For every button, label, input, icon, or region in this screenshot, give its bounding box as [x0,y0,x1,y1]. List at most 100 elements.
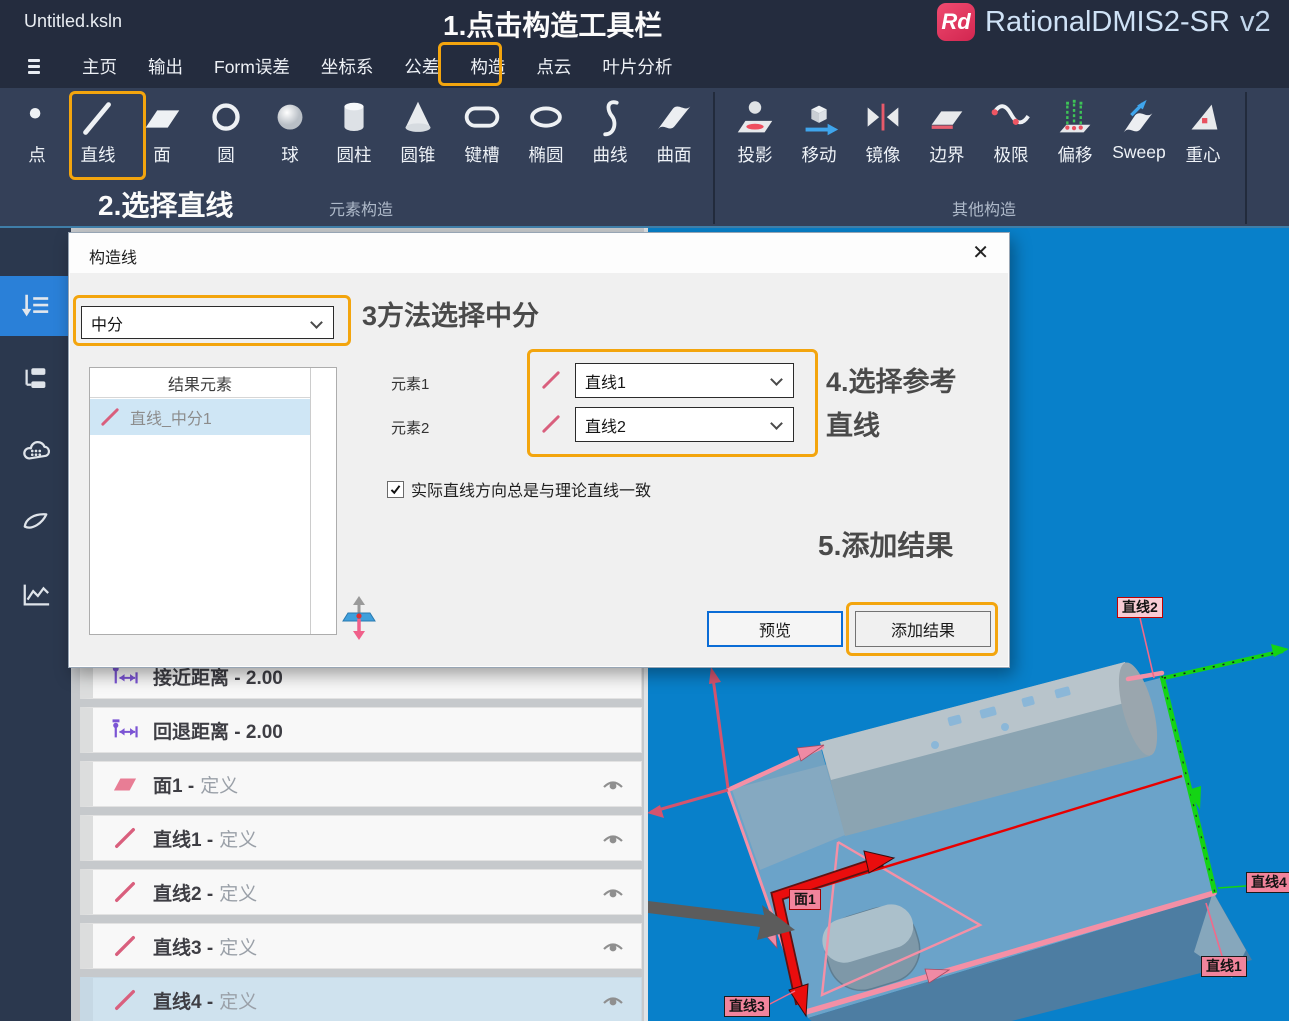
ribbon-button-投影[interactable]: 投影 [723,88,787,167]
sidebar-item-feature-tree[interactable] [0,350,71,410]
result-row[interactable]: 直线_中分1 [90,399,310,435]
ribbon-button-圆柱[interactable]: 圆柱 [322,88,386,167]
list-item-label: 回退距离 - 2.00 [153,717,283,744]
chevron-down-icon [770,373,783,386]
ribbon-button-移动[interactable]: 移动 [787,88,851,167]
ribbon-button-Sweep[interactable]: Sweep [1107,88,1171,167]
ribbon-button-边界[interactable]: 边界 [915,88,979,167]
ribbon-button-label: 曲面 [657,142,692,167]
ribbon-button-label: 镜像 [866,142,901,167]
ribbon-button-点[interactable]: 点 [8,88,66,167]
line-icon [75,97,121,141]
menu-item-Form误差[interactable]: Form误差 [214,54,290,79]
ribbon-toolbar: 点直线面圆球圆柱圆锥键槽椭圆曲线曲面元素构造投影移动镜像边界极限偏移Sweep重… [0,88,1289,228]
ribbon-button-label: 圆柱 [337,142,372,167]
surface-icon [651,97,697,141]
element2-select[interactable]: 直线2 [575,407,794,442]
menu-bar: 主页 输出 Form误差 坐标系 公差 构造 点云 叶片分析 [0,44,1289,88]
menu-item-输出[interactable]: 输出 [148,54,183,79]
line-pink-icon [111,934,139,958]
eye-icon[interactable] [601,993,625,1009]
list-item-直线2[interactable]: 直线2 -定义 [80,869,642,915]
eye-icon[interactable] [601,777,625,793]
element2-label: 元素2 [391,417,429,438]
mirror-icon [860,97,906,141]
chevron-down-icon [310,316,323,329]
menu-item-主页[interactable]: 主页 [82,54,117,79]
list-item-直线1[interactable]: 直线1 -定义 [80,815,642,861]
eye-icon[interactable] [601,939,625,955]
list-item-label: 直线2 - [153,879,213,906]
boundary-icon [924,97,970,141]
ribbon-button-label: 球 [281,142,299,167]
list-item-label: 直线4 - [153,987,213,1014]
preview-button[interactable]: 预览 [707,611,843,647]
menu-item-叶片分析[interactable]: 叶片分析 [602,54,672,79]
element1-select[interactable]: 直线1 [575,363,794,398]
direction-checkbox[interactable]: 实际直线方向总是与理论直线一致 [387,477,651,501]
ribbon-group-label: 其他构造 [723,196,1245,220]
menu-items: 主页 输出 Form误差 坐标系 公差 构造 点云 叶片分析 [82,54,672,79]
ribbon-button-label: 键槽 [465,142,500,167]
viewport-label-直线2: 直线2 [1117,597,1163,618]
ribbon-button-镜像[interactable]: 镜像 [851,88,915,167]
ribbon-button-面[interactable]: 面 [130,88,194,167]
ribbon-button-极限[interactable]: 极限 [979,88,1043,167]
ellipse-icon [523,97,569,141]
eye-icon[interactable] [601,885,625,901]
sidebar-item-point-cloud[interactable] [0,420,71,480]
method-select[interactable]: 中分 [81,306,334,339]
application-window: 直线2直线4直线1直线3面1 接近距离 - 2.00回退距离 - 2.00面1 … [0,0,1289,1021]
sidebar-item-report-chart[interactable] [0,564,71,624]
plane-icon [139,97,185,141]
ribbon-button-球[interactable]: 球 [258,88,322,167]
close-icon[interactable]: ✕ [972,242,989,264]
sidebar-item-measure-sequence[interactable] [0,276,71,336]
menu-item-坐标系[interactable]: 坐标系 [321,54,374,79]
project-icon [732,97,778,141]
viewport-label-直线4: 直线4 [1246,872,1289,893]
circle-icon [203,97,249,141]
eye-icon[interactable] [601,831,625,847]
ribbon-separator [713,92,715,224]
list-item-面1[interactable]: 面1 -定义 [80,761,642,807]
checkbox-checked-icon[interactable] [387,481,404,498]
ribbon-button-椭圆[interactable]: 椭圆 [514,88,578,167]
ribbon-button-重心[interactable]: 重心 [1171,88,1235,167]
ribbon-button-曲线[interactable]: 曲线 [578,88,642,167]
result-table: 结果元素 直线_中分1 [89,367,337,635]
flip-direction-icon[interactable] [341,595,377,641]
curve-icon [587,97,633,141]
sweep-icon [1116,97,1162,141]
column-divider [310,368,311,634]
ribbon-button-圆锥[interactable]: 圆锥 [386,88,450,167]
menu-item-点云[interactable]: 点云 [536,54,571,79]
ribbon-button-label: 移动 [802,142,837,167]
line-icon [539,413,563,435]
ribbon-button-label: 重心 [1186,142,1221,167]
add-result-button[interactable]: 添加结果 [855,611,991,647]
line-pink-icon [111,988,139,1012]
retract-icon [111,718,139,742]
menu-item-公差[interactable]: 公差 [404,54,439,79]
ribbon-button-label: 边界 [930,142,965,167]
result-table-header: 结果元素 [90,368,310,398]
ribbon-button-偏移[interactable]: 偏移 [1043,88,1107,167]
ribbon-button-圆[interactable]: 圆 [194,88,258,167]
list-item-status: 定义 [219,879,257,906]
slot-icon [459,97,505,141]
list-item-直线3[interactable]: 直线3 -定义 [80,923,642,969]
ribbon-button-键槽[interactable]: 键槽 [450,88,514,167]
line-icon [539,369,563,391]
ribbon-button-曲面[interactable]: 曲面 [642,88,706,167]
dialog-title: 构造线 [89,244,137,268]
list-item-回退距离2.00[interactable]: 回退距离 - 2.00 [80,707,642,753]
sidebar-item-blade[interactable] [0,490,71,550]
list-item-直线4[interactable]: 直线4 -定义 [80,977,642,1021]
menu-dots-icon[interactable] [28,59,44,74]
ribbon-button-label: 点 [28,142,46,167]
ribbon-button-直线[interactable]: 直线 [66,88,130,167]
menu-item-构造[interactable]: 构造 [470,54,505,79]
ribbon-button-label: 直线 [81,142,116,167]
ribbon-button-label: 椭圆 [529,142,564,167]
